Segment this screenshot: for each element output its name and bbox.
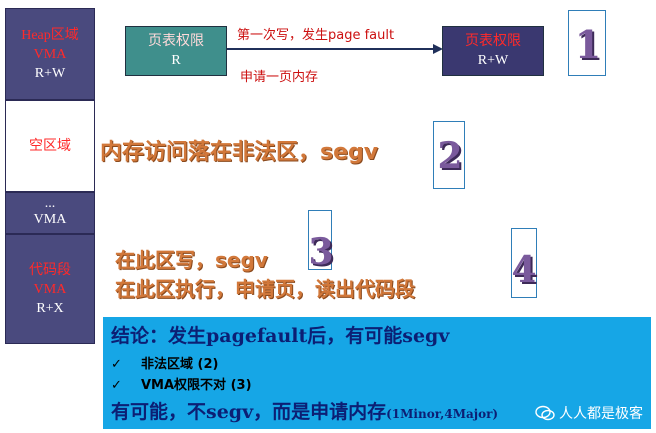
conclusion-item-2: ✓ VMA权限不对 (3)	[111, 374, 252, 393]
conclusion-last-small: (1Minor,4Major)	[386, 407, 499, 421]
check-icon: ✓	[111, 357, 122, 372]
conclusion-box: 结论：发生pagefault后，有可能segv ✓ 非法区域 (2) ✓ VMA权限…	[103, 317, 651, 429]
page-table-right-value: R+W	[477, 53, 509, 68]
empty-region-label: 空区域	[29, 138, 71, 154]
page-table-left-title: 页表权限	[148, 34, 204, 49]
check-icon: ✓	[111, 378, 122, 393]
code-vma-label: VMA	[33, 281, 67, 297]
chat-logo-icon	[535, 405, 555, 421]
heap-vma-label: VMA	[33, 46, 67, 62]
case4-text: 在此区执行，申请页，读出代码段	[115, 277, 415, 301]
conclusion-item-1: ✓ 非法区域 (2)	[111, 353, 218, 372]
page-table-right: 页表权限 R+W	[442, 26, 544, 76]
conclusion-last-main: 有可能，不segv，而是申请内存	[111, 401, 387, 423]
conclusion-title: 结论：发生pagefault后，有可能segv	[111, 325, 450, 347]
code-vma-block: 代码段 VMA R+X	[5, 234, 95, 344]
case1-number: 1	[574, 21, 602, 67]
empty-region-block: 空区域	[5, 100, 95, 192]
conclusion-item-2-text: VMA权限不对 (3)	[141, 378, 252, 393]
case2-number: 2	[437, 135, 463, 177]
page-table-right-title: 页表权限	[465, 34, 521, 49]
arrow-bottom-label: 申请一页内存	[240, 70, 319, 85]
heap-label: Heap区域	[21, 27, 79, 43]
code-perm: R+X	[36, 300, 64, 316]
page-table-left: 页表权限 R	[125, 26, 227, 76]
conclusion-item-1-text: 非法区域 (2)	[141, 357, 219, 372]
middle-vma-label: VMA	[33, 211, 67, 227]
case2-text: 内存访问落在非法区，segv	[100, 140, 379, 165]
middle-vma-block: ... VMA	[5, 192, 95, 234]
transition-arrow	[227, 44, 443, 54]
conclusion-last: 有可能，不segv，而是申请内存(1Minor,4Major)	[111, 397, 498, 424]
code-label: 代码段	[29, 262, 71, 278]
heap-perm: R+W	[34, 65, 66, 81]
heap-vma-block: Heap区域 VMA R+W	[5, 8, 95, 100]
page-table-left-value: R	[171, 53, 181, 68]
case3-number: 3	[308, 231, 334, 273]
case3-text: 在此区写，segv	[115, 248, 268, 272]
ellipsis: ...	[44, 195, 56, 211]
case4-number: 4	[511, 249, 537, 291]
watermark: 人人都是极客	[535, 403, 643, 423]
arrow-top-label: 第一次写，发生page fault	[237, 28, 395, 43]
watermark-text: 人人都是极客	[559, 406, 643, 422]
